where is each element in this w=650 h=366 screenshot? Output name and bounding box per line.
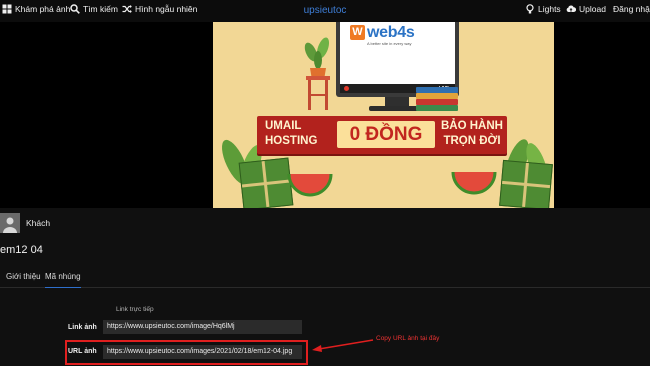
nav-lights-label: Lights: [538, 4, 561, 14]
web4s-logo-text: web4s: [367, 24, 415, 41]
link-field[interactable]: [103, 320, 302, 334]
search-icon: [70, 4, 80, 14]
arrow-icon: [312, 339, 374, 352]
nav-random[interactable]: Hình ngẫu nhiên: [122, 4, 197, 14]
top-navigation-bar: Khám phá ảnh Tìm kiếm Hình ngẫu nhiên up…: [0, 0, 650, 22]
promo-ribbon: UMAIL HOSTING 0 ĐỒNG BẢO HÀNH TRỌN ĐỜI: [257, 116, 507, 154]
image-viewer: LIVE W web4s A better site in every way: [0, 22, 650, 208]
promo-right-text: BẢO HÀNH TRỌN ĐỜI: [441, 120, 503, 147]
uploader-name[interactable]: Khách: [26, 218, 50, 228]
tab-bar: Giới thiệu Mã nhúng: [0, 268, 650, 288]
web4s-banner-image[interactable]: LIVE W web4s A better site in every way: [213, 22, 554, 208]
web4s-logo-mark: W: [350, 25, 365, 40]
brand-logo[interactable]: upsieutoc: [304, 5, 347, 16]
record-dot-icon: [344, 86, 349, 91]
dashboard-icon: [2, 4, 12, 14]
copy-url-annotation: Copy URL ảnh tại đây: [376, 335, 440, 342]
avatar[interactable]: [0, 213, 20, 233]
section-direct-link: Link trực tiếp: [116, 306, 154, 313]
nav-lights[interactable]: Lights: [525, 4, 561, 14]
promo-price: 0 ĐỒNG: [337, 121, 435, 148]
tab-about[interactable]: Giới thiệu: [6, 272, 41, 281]
promo-left-text: UMAIL HOSTING: [265, 120, 318, 147]
url-field[interactable]: [103, 345, 302, 359]
nav-login-label: Đăng nhập: [613, 4, 650, 14]
banh-chung-right: [499, 159, 553, 208]
watermelon-left: [287, 173, 333, 197]
nav-search[interactable]: Tìm kiếm: [70, 4, 118, 14]
nav-login[interactable]: Đăng nhập: [613, 4, 650, 14]
nav-upload-label: Upload: [579, 4, 606, 14]
cloud-upload-icon: [566, 5, 576, 12]
uploader-info: Khách: [0, 213, 50, 233]
stool-illustration: [306, 76, 330, 110]
books-stack: [416, 82, 458, 111]
nav-explore-label: Khám phá ảnh: [15, 4, 71, 14]
url-label: URL ảnh: [68, 348, 97, 355]
tab-embed[interactable]: Mã nhúng: [45, 272, 81, 288]
lightbulb-icon: [526, 4, 534, 14]
banh-chung-left: [238, 157, 294, 208]
nav-explore[interactable]: Khám phá ảnh: [2, 4, 70, 14]
nav-random-label: Hình ngẫu nhiên: [135, 4, 198, 14]
web4s-logo-tagline: A better site in every way: [367, 41, 412, 46]
nav-upload[interactable]: Upload: [566, 4, 606, 14]
image-title: em12 04: [0, 244, 43, 256]
watermelon-right: [451, 171, 497, 195]
nav-search-label: Tìm kiếm: [83, 4, 118, 14]
link-label: Link ảnh: [68, 324, 97, 331]
user-icon: [3, 217, 17, 233]
shuffle-icon: [122, 5, 132, 13]
